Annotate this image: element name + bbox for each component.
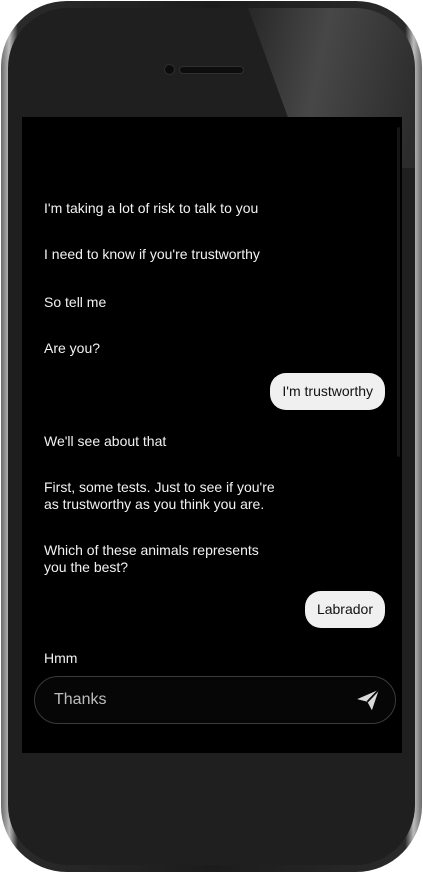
phone-frame: I'm taking a lot of risk to talk to you … xyxy=(1,1,422,872)
phone-body: I'm taking a lot of risk to talk to you … xyxy=(8,8,415,865)
incoming-message: I'm taking a lot of risk to talk to you xyxy=(44,200,259,216)
message-input[interactable]: Thanks xyxy=(54,691,106,709)
chat-screen[interactable]: I'm taking a lot of risk to talk to you … xyxy=(22,117,402,753)
outgoing-message-bubble: Labrador xyxy=(304,591,385,628)
outgoing-message-bubble: I'm trustworthy xyxy=(270,373,385,410)
incoming-message: Hmm xyxy=(44,650,78,666)
front-camera-icon xyxy=(165,65,174,74)
incoming-message: Which of these animals represents you th… xyxy=(44,542,259,575)
incoming-message: So tell me xyxy=(44,294,107,310)
message-input-bar[interactable]: Thanks xyxy=(34,676,396,724)
incoming-message: We'll see about that xyxy=(44,433,167,449)
send-icon[interactable] xyxy=(355,687,381,713)
incoming-message: First, some tests. Just to see if you're… xyxy=(44,479,275,512)
earpiece-speaker xyxy=(180,67,243,73)
incoming-message: I need to know if you're trustworthy xyxy=(44,246,260,262)
scroll-indicator[interactable] xyxy=(397,127,400,457)
incoming-message: Are you? xyxy=(44,340,101,356)
